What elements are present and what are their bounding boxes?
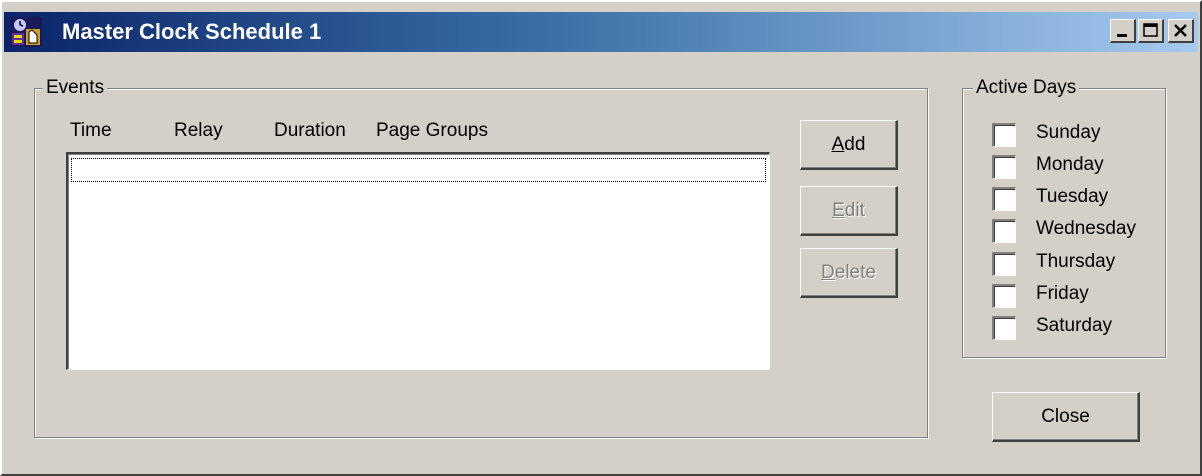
events-list[interactable] xyxy=(66,152,770,370)
title-bar[interactable]: Master Clock Schedule 1 xyxy=(4,12,1198,52)
active-days-group-label: Active Days xyxy=(973,77,1080,99)
checkbox[interactable] xyxy=(992,284,1016,308)
clock-app-icon xyxy=(10,17,42,47)
close-button-label: Close xyxy=(1041,405,1090,427)
minimize-icon xyxy=(1117,34,1127,37)
close-window-button[interactable] xyxy=(1168,19,1194,43)
checkbox[interactable] xyxy=(992,316,1016,340)
window-title: Master Clock Schedule 1 xyxy=(62,19,322,44)
edit-mnemonic: E xyxy=(832,199,845,221)
minimize-button[interactable] xyxy=(1110,19,1136,43)
column-header-duration: Duration xyxy=(274,120,346,141)
column-header-page-groups: Page Groups xyxy=(376,120,488,141)
column-header-time: Time xyxy=(70,120,112,141)
delete-button[interactable]: Delete xyxy=(800,248,898,298)
column-header-relay: Relay xyxy=(174,120,223,141)
checkbox[interactable] xyxy=(992,252,1016,276)
edit-button[interactable]: Edit xyxy=(800,186,898,236)
day-label: Tuesday xyxy=(1036,186,1109,207)
checkbox[interactable] xyxy=(992,155,1016,179)
edit-label-rest: dit xyxy=(844,199,865,221)
day-label: Monday xyxy=(1036,154,1104,175)
maximize-button[interactable] xyxy=(1138,19,1164,43)
delete-label-rest: elete xyxy=(834,261,876,283)
checkbox[interactable] xyxy=(992,123,1016,147)
checkbox[interactable] xyxy=(992,219,1016,243)
day-label: Saturday xyxy=(1036,315,1113,336)
close-button[interactable]: Close xyxy=(992,392,1140,442)
day-label: Sunday xyxy=(1036,122,1101,143)
day-label: Thursday xyxy=(1036,251,1116,272)
events-group-label: Events xyxy=(43,77,108,99)
maximize-icon xyxy=(1143,23,1158,37)
focus-row xyxy=(71,158,766,182)
add-mnemonic: A xyxy=(831,133,845,155)
close-icon xyxy=(1174,24,1187,37)
add-label-rest: dd xyxy=(844,133,866,155)
add-button[interactable]: Add xyxy=(800,120,898,170)
day-label: Wednesday xyxy=(1036,218,1136,239)
checkbox[interactable] xyxy=(992,187,1016,211)
delete-mnemonic: D xyxy=(821,261,835,283)
day-label: Friday xyxy=(1036,283,1089,304)
